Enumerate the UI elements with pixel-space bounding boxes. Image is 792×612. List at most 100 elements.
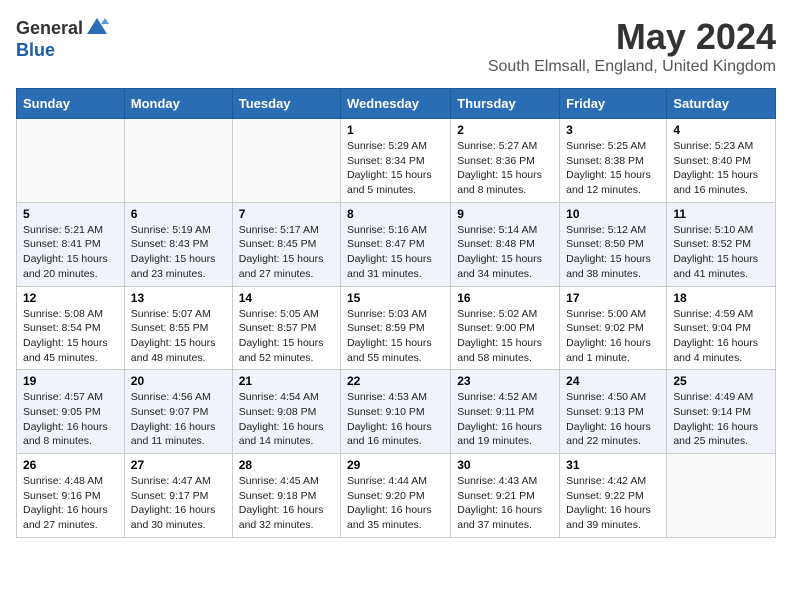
- day-header-monday: Monday: [124, 89, 232, 119]
- calendar-cell: 12 Sunrise: 5:08 AM Sunset: 8:54 PM Dayli…: [17, 286, 125, 370]
- day-header-wednesday: Wednesday: [341, 89, 451, 119]
- main-title: May 2024: [488, 16, 776, 58]
- day-info: Sunrise: 4:44 AM Sunset: 9:20 PM Dayligh…: [347, 474, 444, 533]
- day-number: 21: [239, 374, 334, 388]
- week-row-4: 19 Sunrise: 4:57 AM Sunset: 9:05 PM Dayli…: [17, 370, 776, 454]
- day-info: Sunrise: 5:27 AM Sunset: 8:36 PM Dayligh…: [457, 139, 553, 198]
- day-info: Sunrise: 5:00 AM Sunset: 9:02 PM Dayligh…: [566, 307, 660, 366]
- day-number: 9: [457, 207, 553, 221]
- day-info: Sunrise: 5:08 AM Sunset: 8:54 PM Dayligh…: [23, 307, 118, 366]
- day-header-sunday: Sunday: [17, 89, 125, 119]
- week-row-3: 12 Sunrise: 5:08 AM Sunset: 8:54 PM Dayli…: [17, 286, 776, 370]
- day-info: Sunrise: 5:25 AM Sunset: 8:38 PM Dayligh…: [566, 139, 660, 198]
- day-number: 15: [347, 291, 444, 305]
- calendar-cell: 20Sunrise: 4:56 AM Sunset: 9:07 PM Dayli…: [124, 370, 232, 454]
- day-info: Sunrise: 4:50 AM Sunset: 9:13 PM Dayligh…: [566, 390, 660, 449]
- calendar-cell: 1Sunrise: 5:29 AM Sunset: 8:34 PM Daylig…: [341, 119, 451, 203]
- day-number: 6: [131, 207, 226, 221]
- calendar-cell: 2 Sunrise: 5:27 AM Sunset: 8:36 PM Daylig…: [451, 119, 560, 203]
- calendar-cell: 30Sunrise: 4:43 AM Sunset: 9:21 PM Dayli…: [451, 454, 560, 538]
- calendar-cell: 19 Sunrise: 4:57 AM Sunset: 9:05 PM Dayli…: [17, 370, 125, 454]
- week-row-1: 1Sunrise: 5:29 AM Sunset: 8:34 PM Daylig…: [17, 119, 776, 203]
- day-info: Sunrise: 5:23 AM Sunset: 8:40 PM Dayligh…: [673, 139, 769, 198]
- calendar-cell: 21 Sunrise: 4:54 AM Sunset: 9:08 PM Dayli…: [232, 370, 340, 454]
- day-number: 19: [23, 374, 118, 388]
- calendar-cell: 31 Sunrise: 4:42 AM Sunset: 9:22 PM Dayli…: [560, 454, 667, 538]
- calendar-cell: 7 Sunrise: 5:17 AM Sunset: 8:45 PM Daylig…: [232, 202, 340, 286]
- calendar-cell: 17 Sunrise: 5:00 AM Sunset: 9:02 PM Dayli…: [560, 286, 667, 370]
- calendar-cell: 10Sunrise: 5:12 AM Sunset: 8:50 PM Dayli…: [560, 202, 667, 286]
- day-info: Sunrise: 4:48 AM Sunset: 9:16 PM Dayligh…: [23, 474, 118, 533]
- week-row-2: 5 Sunrise: 5:21 AM Sunset: 8:41 PM Daylig…: [17, 202, 776, 286]
- day-info: Sunrise: 4:56 AM Sunset: 9:07 PM Dayligh…: [131, 390, 226, 449]
- calendar-table: SundayMondayTuesdayWednesdayThursdayFrid…: [16, 88, 776, 538]
- day-number: 14: [239, 291, 334, 305]
- day-header-saturday: Saturday: [667, 89, 776, 119]
- calendar-cell: 14Sunrise: 5:05 AM Sunset: 8:57 PM Dayli…: [232, 286, 340, 370]
- calendar-cell: 4Sunrise: 5:23 AM Sunset: 8:40 PM Daylig…: [667, 119, 776, 203]
- day-number: 31: [566, 458, 660, 472]
- day-info: Sunrise: 4:49 AM Sunset: 9:14 PM Dayligh…: [673, 390, 769, 449]
- day-number: 5: [23, 207, 118, 221]
- sub-title: South Elmsall, England, United Kingdom: [488, 58, 776, 76]
- logo-text-general: General: [16, 18, 83, 39]
- calendar-cell: 29Sunrise: 4:44 AM Sunset: 9:20 PM Dayli…: [341, 454, 451, 538]
- day-number: 10: [566, 207, 660, 221]
- day-info: Sunrise: 4:47 AM Sunset: 9:17 PM Dayligh…: [131, 474, 226, 533]
- day-number: 7: [239, 207, 334, 221]
- day-number: 26: [23, 458, 118, 472]
- day-info: Sunrise: 5:17 AM Sunset: 8:45 PM Dayligh…: [239, 223, 334, 282]
- calendar-cell: 13Sunrise: 5:07 AM Sunset: 8:55 PM Dayli…: [124, 286, 232, 370]
- calendar-cell: 24Sunrise: 4:50 AM Sunset: 9:13 PM Dayli…: [560, 370, 667, 454]
- day-info: Sunrise: 4:53 AM Sunset: 9:10 PM Dayligh…: [347, 390, 444, 449]
- calendar-cell: 8 Sunrise: 5:16 AM Sunset: 8:47 PM Daylig…: [341, 202, 451, 286]
- day-number: 17: [566, 291, 660, 305]
- day-info: Sunrise: 5:21 AM Sunset: 8:41 PM Dayligh…: [23, 223, 118, 282]
- day-info: Sunrise: 4:42 AM Sunset: 9:22 PM Dayligh…: [566, 474, 660, 533]
- day-info: Sunrise: 4:45 AM Sunset: 9:18 PM Dayligh…: [239, 474, 334, 533]
- day-header-tuesday: Tuesday: [232, 89, 340, 119]
- day-number: 30: [457, 458, 553, 472]
- day-info: Sunrise: 5:14 AM Sunset: 8:48 PM Dayligh…: [457, 223, 553, 282]
- calendar-cell: 26 Sunrise: 4:48 AM Sunset: 9:16 PM Dayli…: [17, 454, 125, 538]
- logo-text-blue: Blue: [16, 40, 55, 60]
- day-number: 3: [566, 123, 660, 137]
- logo-icon: [85, 16, 109, 40]
- calendar-cell: 11Sunrise: 5:10 AM Sunset: 8:52 PM Dayli…: [667, 202, 776, 286]
- day-number: 13: [131, 291, 226, 305]
- calendar-cell: [667, 454, 776, 538]
- day-number: 8: [347, 207, 444, 221]
- calendar-cell: 15 Sunrise: 5:03 AM Sunset: 8:59 PM Dayli…: [341, 286, 451, 370]
- title-block: May 2024 South Elmsall, England, United …: [488, 16, 776, 76]
- day-info: Sunrise: 4:57 AM Sunset: 9:05 PM Dayligh…: [23, 390, 118, 449]
- week-row-5: 26 Sunrise: 4:48 AM Sunset: 9:16 PM Dayli…: [17, 454, 776, 538]
- calendar-cell: 22Sunrise: 4:53 AM Sunset: 9:10 PM Dayli…: [341, 370, 451, 454]
- calendar-cell: 18Sunrise: 4:59 AM Sunset: 9:04 PM Dayli…: [667, 286, 776, 370]
- calendar-cell: [17, 119, 125, 203]
- day-number: 11: [673, 207, 769, 221]
- calendar-cell: 9 Sunrise: 5:14 AM Sunset: 8:48 PM Daylig…: [451, 202, 560, 286]
- logo: General Blue: [16, 16, 109, 61]
- calendar-cell: 28Sunrise: 4:45 AM Sunset: 9:18 PM Dayli…: [232, 454, 340, 538]
- day-info: Sunrise: 5:02 AM Sunset: 9:00 PM Dayligh…: [457, 307, 553, 366]
- page-header: General Blue May 2024 South Elmsall, Eng…: [16, 16, 776, 76]
- day-header-friday: Friday: [560, 89, 667, 119]
- calendar-cell: 27 Sunrise: 4:47 AM Sunset: 9:17 PM Dayli…: [124, 454, 232, 538]
- calendar-cell: 6Sunrise: 5:19 AM Sunset: 8:43 PM Daylig…: [124, 202, 232, 286]
- calendar-cell: [124, 119, 232, 203]
- day-number: 23: [457, 374, 553, 388]
- day-number: 12: [23, 291, 118, 305]
- day-number: 16: [457, 291, 553, 305]
- day-number: 1: [347, 123, 444, 137]
- calendar-cell: 25Sunrise: 4:49 AM Sunset: 9:14 PM Dayli…: [667, 370, 776, 454]
- calendar-cell: 23 Sunrise: 4:52 AM Sunset: 9:11 PM Dayli…: [451, 370, 560, 454]
- day-info: Sunrise: 4:52 AM Sunset: 9:11 PM Dayligh…: [457, 390, 553, 449]
- day-number: 27: [131, 458, 226, 472]
- day-info: Sunrise: 5:03 AM Sunset: 8:59 PM Dayligh…: [347, 307, 444, 366]
- day-number: 2: [457, 123, 553, 137]
- header-row: SundayMondayTuesdayWednesdayThursdayFrid…: [17, 89, 776, 119]
- day-info: Sunrise: 4:54 AM Sunset: 9:08 PM Dayligh…: [239, 390, 334, 449]
- calendar-cell: 16 Sunrise: 5:02 AM Sunset: 9:00 PM Dayli…: [451, 286, 560, 370]
- calendar-cell: [232, 119, 340, 203]
- day-info: Sunrise: 5:16 AM Sunset: 8:47 PM Dayligh…: [347, 223, 444, 282]
